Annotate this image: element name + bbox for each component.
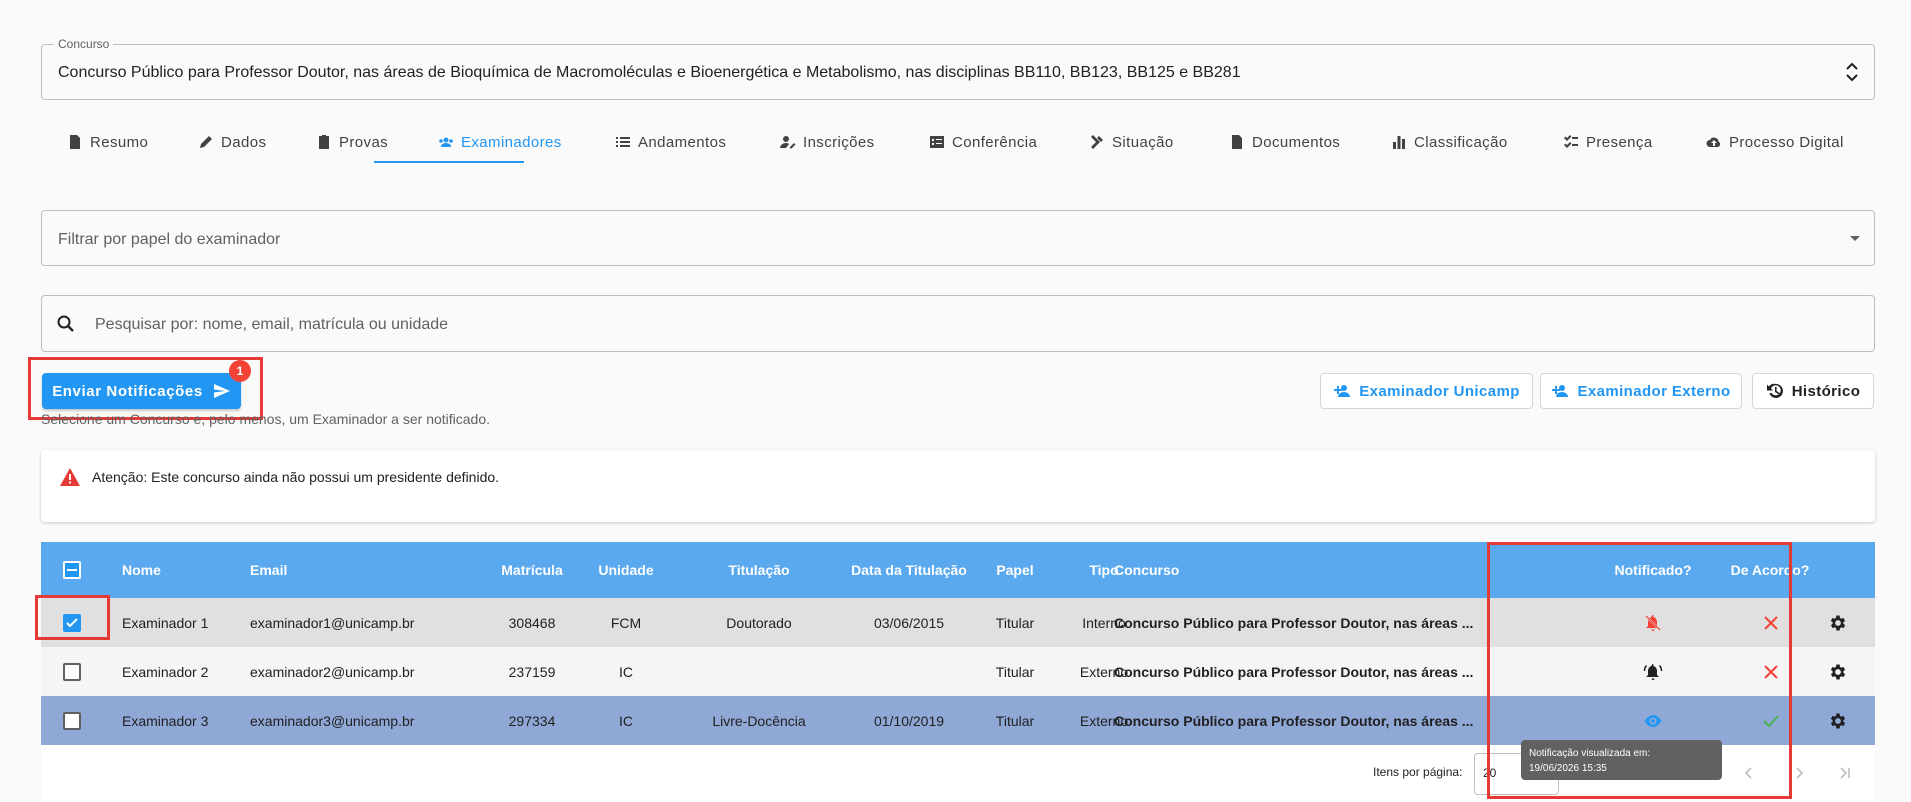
bar-chart-icon [1393,136,1405,149]
last-page-icon[interactable] [1837,765,1853,781]
add-external-examiner-button[interactable]: Examinador Externo [1540,373,1742,409]
cell-matricula: 308468 [508,614,556,631]
col-nome[interactable]: Nome [122,542,161,598]
cell-nome: Examinador 2 [122,663,209,680]
add-unicamp-examiner-button[interactable]: Examinador Unicamp [1320,373,1533,409]
person-edit-icon [780,136,796,149]
warning-alert: Atenção: Este concurso ainda não possui … [41,450,1875,522]
clipboard-icon [319,135,329,149]
settings-button[interactable] [1813,598,1863,647]
search-field[interactable] [41,295,1875,352]
checklist-box-icon [930,136,944,148]
cell-matricula: 237159 [508,663,556,680]
col-concurso[interactable]: Concurso [1114,542,1179,598]
person-add-icon [1552,385,1569,397]
pencil-icon [200,136,212,148]
concurso-select[interactable]: Concurso Concurso Público para Professor… [41,37,1875,100]
warning-icon [60,468,80,486]
tab-examinadores[interactable]: Examinadores [438,120,562,164]
dropdown-arrow-icon [1850,236,1860,241]
active-tab-indicator [374,161,524,163]
highlight-box-status-columns [1487,542,1792,799]
tab-provas[interactable]: Provas [316,120,388,164]
highlight-box-checkbox [35,595,110,640]
tab-documentos[interactable]: Documentos [1229,120,1340,164]
search-input[interactable] [93,312,1797,338]
gear-icon [1830,713,1846,728]
tab-conferencia[interactable]: Conferência [929,120,1037,164]
cell-email: examinador1@unicamp.br [250,614,415,631]
col-email[interactable]: Email [250,542,287,598]
tab-classificacao[interactable]: Classificação [1391,120,1508,164]
gear-icon [1830,615,1846,630]
cell-email: examinador3@unicamp.br [250,712,415,729]
send-notifications-button[interactable]: Enviar Notificações [42,373,241,409]
gavel-icon [1091,135,1103,149]
cloud-upload-icon [1706,137,1721,147]
cell-papel: Titular [995,663,1035,680]
tab-dados[interactable]: Dados [198,120,266,164]
row-checkbox[interactable] [63,712,81,730]
role-filter-placeholder: Filtrar por papel do examinador [58,231,281,248]
send-notifications-label: Enviar Notificações [52,382,203,400]
history-icon [1766,383,1783,398]
tab-inscricoes[interactable]: Inscrições [780,120,875,164]
cell-papel: Titular [995,712,1035,729]
cell-concurso: Concurso Público para Professor Doutor, … [1114,663,1474,680]
tab-presenca[interactable]: Presença [1563,120,1653,164]
cell-nome: Examinador 1 [122,614,209,631]
gear-icon [1830,664,1846,679]
role-filter-select[interactable]: Filtrar por papel do examinador [41,210,1875,266]
cell-nome: Examinador 3 [122,712,209,729]
cell-matricula: 297334 [508,712,556,729]
send-helper-text: Selecione um Concurso e, pelo menos, um … [41,411,491,427]
select-all-checkbox[interactable] [63,561,81,579]
cell-email: examinador2@unicamp.br [250,663,415,680]
settings-button[interactable] [1813,647,1863,696]
checklist-icon [1564,135,1578,148]
file-icon [1232,135,1242,149]
cell-concurso: Concurso Público para Professor Doutor, … [1114,614,1474,631]
row-checkbox[interactable] [63,663,81,681]
items-per-page-label: Itens por página: [1373,765,1463,779]
unfold-icon [1846,62,1858,82]
search-icon [57,315,74,332]
person-add-icon [1334,385,1351,397]
notification-count-badge: 1 [229,360,251,382]
next-page-icon[interactable] [1791,765,1807,781]
cell-concurso: Concurso Público para Professor Doutor, … [1114,712,1474,729]
history-button[interactable]: Histórico [1752,373,1874,409]
concurso-label: Concurso [54,37,114,51]
list-icon [616,137,630,147]
tab-processo-digital[interactable]: Processo Digital [1706,120,1844,164]
col-matricula[interactable]: Matrícula [477,542,587,598]
group-icon [439,137,453,147]
tab-bar: Resumo Dados Provas Examinadores Andamen… [41,120,1875,164]
tab-situacao[interactable]: Situação [1089,120,1174,164]
tab-resumo[interactable]: Resumo [67,120,148,164]
concurso-value: Concurso Público para Professor Doutor, … [58,64,1241,81]
settings-button[interactable] [1813,696,1863,745]
col-papel[interactable]: Papel [965,542,1065,598]
document-icon [70,135,80,149]
send-icon [213,384,230,398]
cell-papel: Titular [995,614,1035,631]
warning-text: Atenção: Este concurso ainda não possui … [92,469,500,485]
tab-andamentos[interactable]: Andamentos [615,120,726,164]
